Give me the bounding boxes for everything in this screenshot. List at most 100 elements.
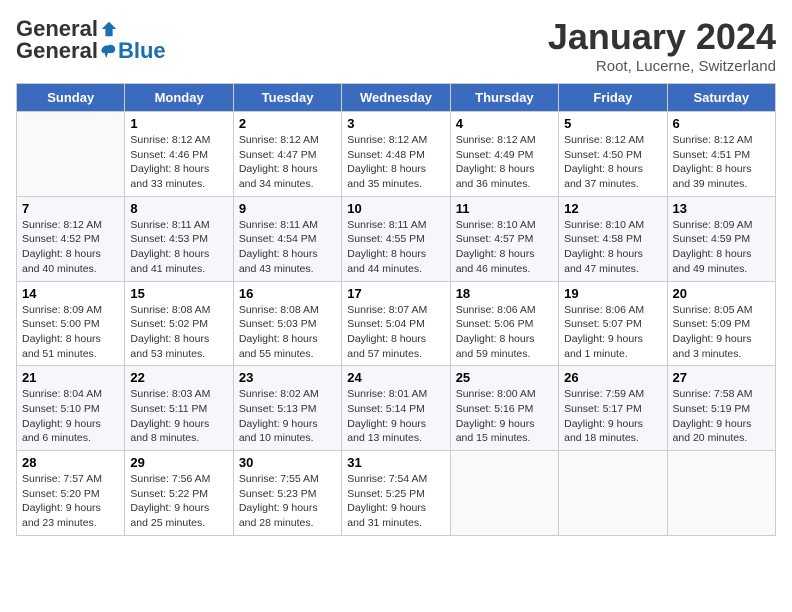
col-saturday: Saturday [667, 84, 775, 112]
day-number: 14 [22, 286, 119, 301]
day-info: Sunrise: 8:12 AMSunset: 4:52 PMDaylight:… [22, 218, 119, 277]
day-number: 29 [130, 455, 227, 470]
day-number: 28 [22, 455, 119, 470]
day-number: 20 [673, 286, 770, 301]
calendar-day-cell [450, 451, 558, 536]
day-number: 6 [673, 116, 770, 131]
day-info: Sunrise: 8:09 AMSunset: 4:59 PMDaylight:… [673, 218, 770, 277]
calendar-day-cell: 3 Sunrise: 8:12 AMSunset: 4:48 PMDayligh… [342, 112, 450, 197]
day-info: Sunrise: 8:04 AMSunset: 5:10 PMDaylight:… [22, 387, 119, 446]
day-number: 22 [130, 370, 227, 385]
col-monday: Monday [125, 84, 233, 112]
page-header: General General Blue January 2024 Root, … [16, 16, 776, 75]
day-info: Sunrise: 8:12 AMSunset: 4:49 PMDaylight:… [456, 133, 553, 192]
calendar-week-row: 14 Sunrise: 8:09 AMSunset: 5:00 PMDaylig… [17, 281, 776, 366]
col-thursday: Thursday [450, 84, 558, 112]
logo-bird-icon [99, 42, 117, 60]
day-number: 17 [347, 286, 444, 301]
day-info: Sunrise: 8:10 AMSunset: 4:57 PMDaylight:… [456, 218, 553, 277]
calendar-day-cell: 11 Sunrise: 8:10 AMSunset: 4:57 PMDaylig… [450, 196, 558, 281]
day-info: Sunrise: 8:01 AMSunset: 5:14 PMDaylight:… [347, 387, 444, 446]
calendar-day-cell [559, 451, 667, 536]
calendar-day-cell: 27 Sunrise: 7:58 AMSunset: 5:19 PMDaylig… [667, 366, 775, 451]
day-info: Sunrise: 8:11 AMSunset: 4:53 PMDaylight:… [130, 218, 227, 277]
calendar-title: January 2024 [548, 16, 776, 58]
calendar-table: Sunday Monday Tuesday Wednesday Thursday… [16, 83, 776, 536]
calendar-day-cell: 24 Sunrise: 8:01 AMSunset: 5:14 PMDaylig… [342, 366, 450, 451]
calendar-day-cell: 6 Sunrise: 8:12 AMSunset: 4:51 PMDayligh… [667, 112, 775, 197]
day-info: Sunrise: 8:03 AMSunset: 5:11 PMDaylight:… [130, 387, 227, 446]
header-row: Sunday Monday Tuesday Wednesday Thursday… [17, 84, 776, 112]
calendar-day-cell: 8 Sunrise: 8:11 AMSunset: 4:53 PMDayligh… [125, 196, 233, 281]
day-info: Sunrise: 8:12 AMSunset: 4:48 PMDaylight:… [347, 133, 444, 192]
day-info: Sunrise: 8:09 AMSunset: 5:00 PMDaylight:… [22, 303, 119, 362]
day-info: Sunrise: 7:54 AMSunset: 5:25 PMDaylight:… [347, 472, 444, 531]
day-info: Sunrise: 8:08 AMSunset: 5:02 PMDaylight:… [130, 303, 227, 362]
logo-blue-text: Blue [118, 38, 166, 64]
day-info: Sunrise: 8:12 AMSunset: 4:47 PMDaylight:… [239, 133, 336, 192]
day-info: Sunrise: 8:06 AMSunset: 5:07 PMDaylight:… [564, 303, 661, 362]
day-number: 16 [239, 286, 336, 301]
day-number: 19 [564, 286, 661, 301]
day-number: 25 [456, 370, 553, 385]
calendar-day-cell: 10 Sunrise: 8:11 AMSunset: 4:55 PMDaylig… [342, 196, 450, 281]
day-number: 11 [456, 201, 553, 216]
day-info: Sunrise: 7:55 AMSunset: 5:23 PMDaylight:… [239, 472, 336, 531]
day-info: Sunrise: 7:56 AMSunset: 5:22 PMDaylight:… [130, 472, 227, 531]
calendar-day-cell: 19 Sunrise: 8:06 AMSunset: 5:07 PMDaylig… [559, 281, 667, 366]
calendar-day-cell: 16 Sunrise: 8:08 AMSunset: 5:03 PMDaylig… [233, 281, 341, 366]
logo: General General Blue [16, 16, 166, 64]
logo-general-text2: General [16, 38, 98, 64]
calendar-day-cell: 13 Sunrise: 8:09 AMSunset: 4:59 PMDaylig… [667, 196, 775, 281]
day-number: 4 [456, 116, 553, 131]
day-info: Sunrise: 7:59 AMSunset: 5:17 PMDaylight:… [564, 387, 661, 446]
day-info: Sunrise: 8:06 AMSunset: 5:06 PMDaylight:… [456, 303, 553, 362]
day-number: 26 [564, 370, 661, 385]
day-info: Sunrise: 8:07 AMSunset: 5:04 PMDaylight:… [347, 303, 444, 362]
day-info: Sunrise: 8:02 AMSunset: 5:13 PMDaylight:… [239, 387, 336, 446]
calendar-day-cell: 31 Sunrise: 7:54 AMSunset: 5:25 PMDaylig… [342, 451, 450, 536]
day-number: 12 [564, 201, 661, 216]
day-info: Sunrise: 8:05 AMSunset: 5:09 PMDaylight:… [673, 303, 770, 362]
calendar-day-cell: 29 Sunrise: 7:56 AMSunset: 5:22 PMDaylig… [125, 451, 233, 536]
calendar-day-cell: 22 Sunrise: 8:03 AMSunset: 5:11 PMDaylig… [125, 366, 233, 451]
calendar-week-row: 7 Sunrise: 8:12 AMSunset: 4:52 PMDayligh… [17, 196, 776, 281]
day-number: 2 [239, 116, 336, 131]
calendar-day-cell: 26 Sunrise: 7:59 AMSunset: 5:17 PMDaylig… [559, 366, 667, 451]
day-number: 10 [347, 201, 444, 216]
calendar-subtitle: Root, Lucerne, Switzerland [548, 58, 776, 75]
calendar-day-cell: 12 Sunrise: 8:10 AMSunset: 4:58 PMDaylig… [559, 196, 667, 281]
day-info: Sunrise: 8:12 AMSunset: 4:50 PMDaylight:… [564, 133, 661, 192]
day-number: 1 [130, 116, 227, 131]
day-number: 30 [239, 455, 336, 470]
day-number: 15 [130, 286, 227, 301]
calendar-day-cell: 2 Sunrise: 8:12 AMSunset: 4:47 PMDayligh… [233, 112, 341, 197]
day-number: 23 [239, 370, 336, 385]
day-info: Sunrise: 8:08 AMSunset: 5:03 PMDaylight:… [239, 303, 336, 362]
day-info: Sunrise: 8:10 AMSunset: 4:58 PMDaylight:… [564, 218, 661, 277]
day-info: Sunrise: 8:12 AMSunset: 4:51 PMDaylight:… [673, 133, 770, 192]
day-number: 31 [347, 455, 444, 470]
calendar-week-row: 28 Sunrise: 7:57 AMSunset: 5:20 PMDaylig… [17, 451, 776, 536]
day-number: 24 [347, 370, 444, 385]
day-info: Sunrise: 8:00 AMSunset: 5:16 PMDaylight:… [456, 387, 553, 446]
col-wednesday: Wednesday [342, 84, 450, 112]
logo-icon [100, 20, 118, 38]
day-info: Sunrise: 7:58 AMSunset: 5:19 PMDaylight:… [673, 387, 770, 446]
col-sunday: Sunday [17, 84, 125, 112]
day-info: Sunrise: 8:11 AMSunset: 4:55 PMDaylight:… [347, 218, 444, 277]
calendar-day-cell: 9 Sunrise: 8:11 AMSunset: 4:54 PMDayligh… [233, 196, 341, 281]
day-number: 18 [456, 286, 553, 301]
day-number: 8 [130, 201, 227, 216]
calendar-day-cell [667, 451, 775, 536]
calendar-week-row: 1 Sunrise: 8:12 AMSunset: 4:46 PMDayligh… [17, 112, 776, 197]
day-number: 9 [239, 201, 336, 216]
day-info: Sunrise: 8:12 AMSunset: 4:46 PMDaylight:… [130, 133, 227, 192]
calendar-day-cell: 28 Sunrise: 7:57 AMSunset: 5:20 PMDaylig… [17, 451, 125, 536]
calendar-day-cell: 25 Sunrise: 8:00 AMSunset: 5:16 PMDaylig… [450, 366, 558, 451]
day-number: 3 [347, 116, 444, 131]
calendar-day-cell: 4 Sunrise: 8:12 AMSunset: 4:49 PMDayligh… [450, 112, 558, 197]
day-info: Sunrise: 8:11 AMSunset: 4:54 PMDaylight:… [239, 218, 336, 277]
day-number: 27 [673, 370, 770, 385]
calendar-day-cell: 15 Sunrise: 8:08 AMSunset: 5:02 PMDaylig… [125, 281, 233, 366]
